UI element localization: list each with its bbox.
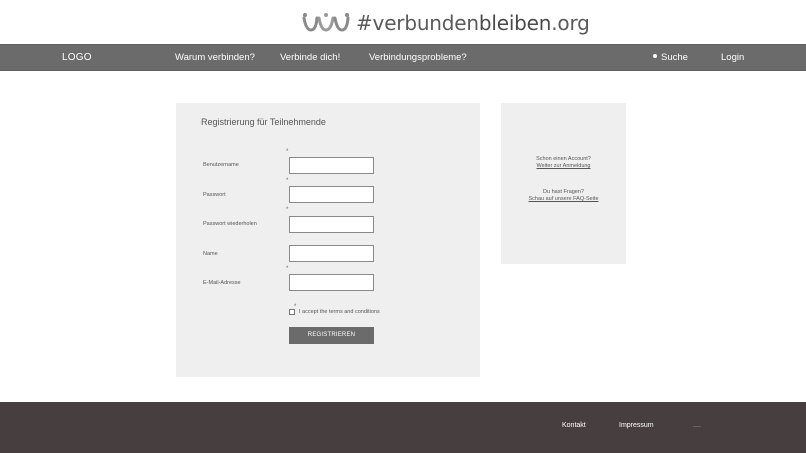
brand-logo-icon [302,13,350,32]
faq-link[interactable]: Schau auf unsere FAQ-Seite [528,196,598,203]
brand-wordmark-suffix: .org [551,11,590,35]
nav-item-connect[interactable]: Verbinde dich! [280,45,340,70]
footer-impressum-link[interactable]: Impressum [619,422,654,429]
footer-more-link[interactable]: .... [693,422,701,429]
name-input[interactable] [289,245,374,262]
faq-block: Du hast Fragen? Schau auf unsere FAQ-Sei… [501,189,626,203]
brand-wordmark: #verbundenbleiben.org [356,11,590,35]
main-navbar: LOGO Warum verbinden? Verbinde dich! Ver… [0,44,806,71]
side-info-panel: Schon einen Account? Weiter zur Anmeldun… [501,103,626,264]
nav-logo[interactable]: LOGO [62,45,92,70]
account-question: Schon einen Account? [536,156,591,162]
nav-search-label: Suche [661,52,688,63]
terms-label: I accept the terms and conditions [299,309,380,315]
site-footer: Kontakt Impressum .... [0,402,806,453]
terms-required-marker: * [294,304,297,310]
username-required-marker: * [286,149,289,155]
password-label: Passwort [203,192,226,198]
site-brand[interactable]: #verbundenbleiben.org [302,10,590,36]
register-button[interactable]: REGISTRIEREN [289,327,374,344]
username-label: Benutzername [203,162,239,168]
registration-title: Registrierung für Teilnehmende [201,117,326,127]
email-input[interactable] [289,274,374,291]
nav-search[interactable]: Suche [653,45,688,70]
brand-wordmark-strong: bleiben [478,11,552,35]
password-required-marker: * [286,178,289,184]
account-block: Schon einen Account? Weiter zur Anmeldun… [501,156,626,170]
password-repeat-input[interactable] [289,216,374,233]
email-required-marker: * [286,266,289,272]
email-label: E-Mail-Adresse [203,280,241,286]
password-repeat-required-marker: * [286,207,289,213]
faq-question: Du hast Fragen? [543,189,584,195]
nav-login[interactable]: Login [721,45,744,70]
username-input[interactable] [289,157,374,174]
login-link[interactable]: Weiter zur Anmeldung [536,163,590,170]
nav-item-connection-problems[interactable]: Verbindungsprobleme? [369,45,467,70]
password-input[interactable] [289,186,374,203]
terms-row: * I accept the terms and conditions [289,304,380,315]
password-repeat-label: Passwort wiederholen [203,221,257,227]
search-dot-icon [653,54,657,58]
nav-item-why-connect[interactable]: Warum verbinden? [175,45,255,70]
footer-contact-link[interactable]: Kontakt [562,422,586,429]
name-label: Name [203,251,218,257]
brand-wordmark-light: #verbunden [356,11,479,35]
registration-panel: Registrierung für Teilnehmende * Benutze… [176,103,480,377]
